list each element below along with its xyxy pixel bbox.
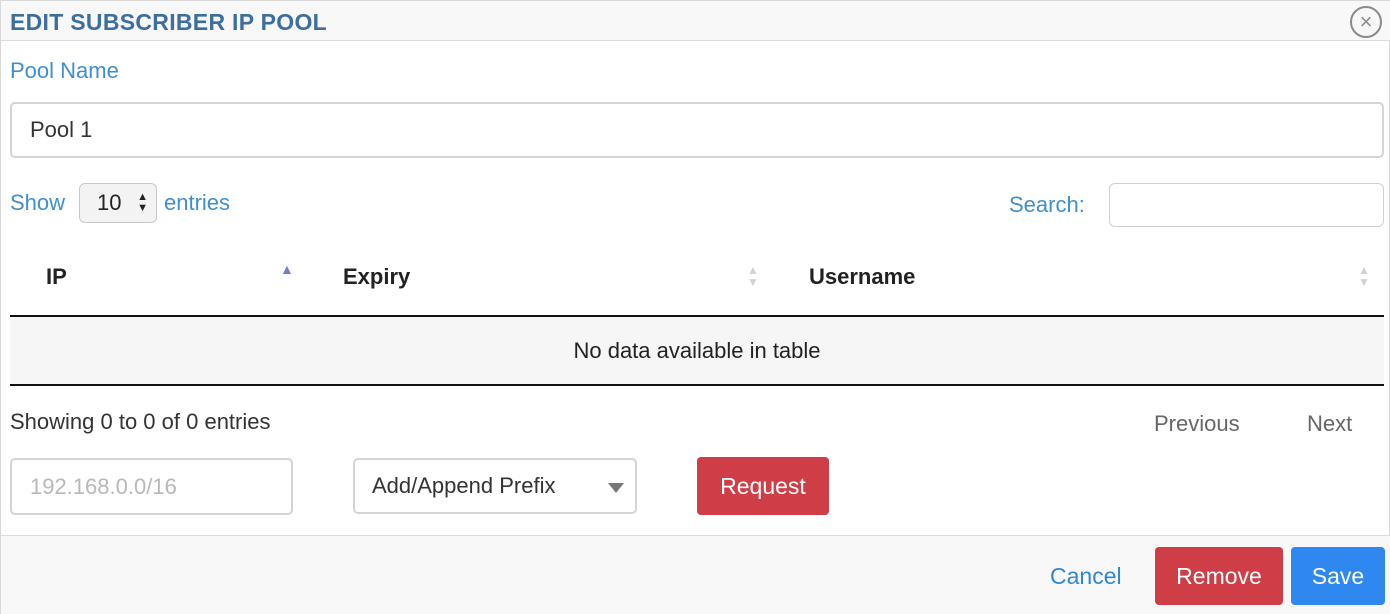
column-header-username[interactable]: Username xyxy=(809,264,915,290)
close-icon[interactable]: × xyxy=(1350,6,1382,38)
caret-down-icon xyxy=(608,483,624,493)
sort-both-icon[interactable]: ▲ ▼ xyxy=(1358,264,1370,288)
select-arrows-icon: ▲ ▼ xyxy=(137,191,148,214)
previous-page-button[interactable]: Previous xyxy=(1154,411,1240,437)
next-page-button[interactable]: Next xyxy=(1307,411,1352,437)
save-button[interactable]: Save xyxy=(1291,547,1385,605)
edit-ip-pool-modal: EDIT SUBSCRIBER IP POOL × Pool Name Show… xyxy=(0,0,1390,614)
sort-both-icon[interactable]: ▲ ▼ xyxy=(747,264,759,288)
entries-per-page-select[interactable]: 10 ▲ ▼ xyxy=(79,183,157,223)
prefix-action-select[interactable]: Add/Append Prefix xyxy=(353,458,637,514)
show-label: Show xyxy=(10,190,66,215)
search-label: Search: xyxy=(1009,192,1085,217)
column-header-expiry[interactable]: Expiry xyxy=(343,264,410,290)
pool-name-label: Pool Name xyxy=(10,58,119,83)
table-info: Showing 0 to 0 of 0 entries xyxy=(10,409,271,434)
request-button[interactable]: Request xyxy=(697,457,829,515)
column-header-ip[interactable]: IP xyxy=(46,264,67,290)
remove-button[interactable]: Remove xyxy=(1155,547,1283,605)
modal-title: EDIT SUBSCRIBER IP POOL xyxy=(10,9,328,35)
sort-ascending-icon[interactable]: ▲ xyxy=(280,262,294,276)
table-empty-row: No data available in table xyxy=(10,317,1384,385)
cancel-button[interactable]: Cancel xyxy=(1050,563,1122,590)
table-body-divider xyxy=(10,384,1384,386)
search-input[interactable] xyxy=(1109,183,1384,227)
pool-name-input[interactable] xyxy=(10,102,1384,158)
modal-header: EDIT SUBSCRIBER IP POOL × xyxy=(1,1,1390,41)
entries-label: entries xyxy=(164,190,231,215)
prefix-input[interactable] xyxy=(10,458,293,515)
prefix-action-value: Add/Append Prefix xyxy=(372,473,556,498)
entries-per-page-value: 10 xyxy=(97,190,122,215)
